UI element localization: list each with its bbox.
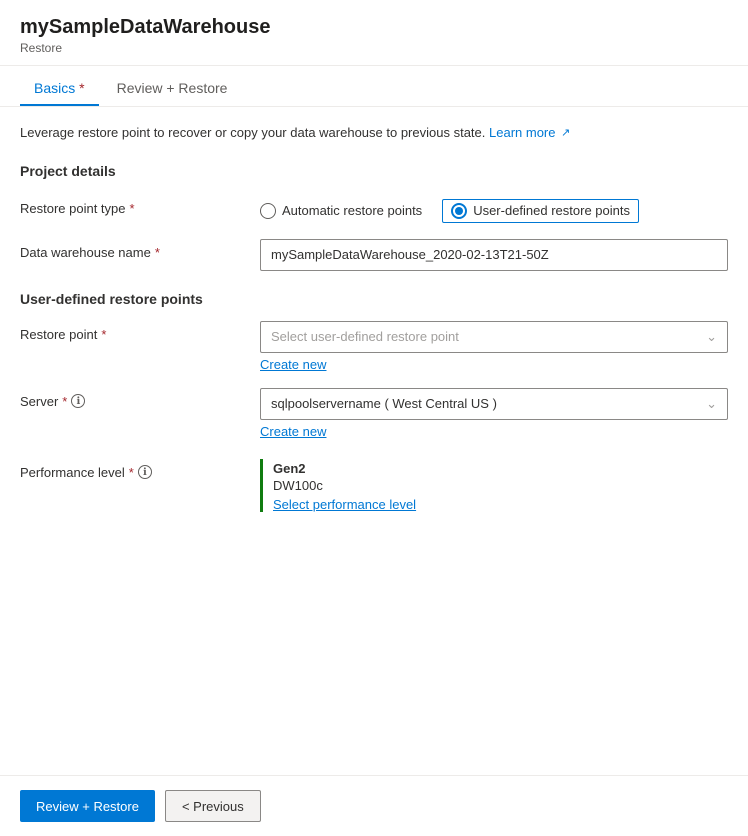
data-warehouse-name-row: Data warehouse name *	[20, 239, 728, 271]
performance-info-icon[interactable]: ℹ	[138, 465, 152, 479]
chevron-down-icon: ⌄	[706, 329, 717, 345]
performance-level-control: Gen2 DW100c Select performance level	[260, 459, 728, 512]
data-warehouse-name-label: Data warehouse name *	[20, 239, 260, 260]
page-subtitle: Restore	[20, 41, 728, 55]
project-details-title: Project details	[20, 163, 728, 179]
performance-level-label: Performance level * ℹ	[20, 459, 260, 480]
tab-review-restore[interactable]: Review + Restore	[103, 70, 242, 106]
restore-point-type-row: Restore point type * Automatic restore p…	[20, 195, 728, 223]
footer: Review + Restore < Previous	[0, 775, 748, 836]
performance-block: Gen2 DW100c Select performance level	[273, 459, 416, 512]
page-header: mySampleDataWarehouse Restore	[0, 0, 748, 66]
select-performance-level-link[interactable]: Select performance level	[273, 497, 416, 512]
tabs-bar: Basics * Review + Restore	[0, 70, 748, 107]
server-info-icon[interactable]: ℹ	[71, 394, 85, 408]
page-title: mySampleDataWarehouse	[20, 16, 728, 39]
user-defined-section-title: User-defined restore points	[20, 291, 728, 307]
restore-point-control: Select user-defined restore point ⌄ Crea…	[260, 321, 728, 372]
info-description: Leverage restore point to recover or cop…	[20, 123, 728, 143]
server-dropdown[interactable]: sqlpoolservername ( West Central US ) ⌄	[260, 388, 728, 420]
data-warehouse-name-control	[260, 239, 728, 271]
performance-gen: Gen2	[273, 461, 416, 476]
server-create-new[interactable]: Create new	[260, 424, 326, 439]
radio-inner-dot	[455, 207, 463, 215]
data-warehouse-name-input[interactable]	[260, 239, 728, 271]
review-restore-button[interactable]: Review + Restore	[20, 790, 155, 822]
learn-more-link[interactable]: Learn more ↗	[489, 125, 570, 140]
external-link-icon: ↗	[561, 127, 570, 139]
performance-level-value: DW100c	[273, 478, 416, 493]
restore-point-create-new[interactable]: Create new	[260, 357, 326, 372]
performance-level-row: Performance level * ℹ Gen2 DW100c Select…	[20, 459, 728, 512]
server-control: sqlpoolservername ( West Central US ) ⌄ …	[260, 388, 728, 439]
content-area: Leverage restore point to recover or cop…	[0, 107, 748, 775]
radio-user-defined-button[interactable]	[451, 203, 467, 219]
chevron-down-icon: ⌄	[706, 396, 717, 412]
green-bar	[260, 459, 263, 512]
tab-basics[interactable]: Basics *	[20, 70, 99, 106]
restore-point-row: Restore point * Select user-defined rest…	[20, 321, 728, 372]
server-label: Server * ℹ	[20, 388, 260, 409]
radio-group: Automatic restore points User-defined re…	[260, 195, 728, 223]
server-row: Server * ℹ sqlpoolservername ( West Cent…	[20, 388, 728, 439]
restore-point-label: Restore point *	[20, 321, 260, 342]
radio-automatic[interactable]: Automatic restore points	[260, 203, 422, 219]
radio-automatic-button[interactable]	[260, 203, 276, 219]
previous-button[interactable]: < Previous	[165, 790, 261, 822]
restore-point-type-label: Restore point type *	[20, 195, 260, 216]
restore-point-dropdown[interactable]: Select user-defined restore point ⌄	[260, 321, 728, 353]
performance-row: Gen2 DW100c Select performance level	[260, 459, 728, 512]
radio-user-defined[interactable]: User-defined restore points	[442, 199, 639, 223]
restore-point-type-control: Automatic restore points User-defined re…	[260, 195, 728, 223]
